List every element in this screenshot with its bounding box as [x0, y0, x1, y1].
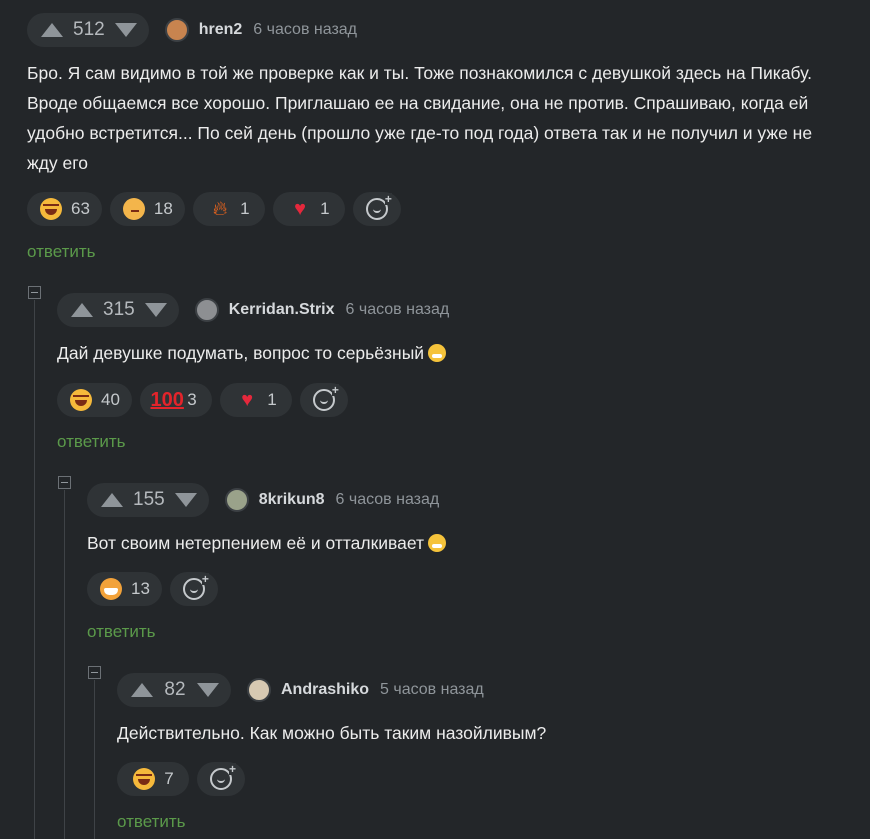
heart-icon: ♥	[241, 389, 254, 411]
laughing-face-icon	[39, 197, 63, 221]
laughing-face-icon	[69, 388, 93, 412]
collapse-thread-button[interactable]	[58, 476, 71, 489]
add-reaction-button[interactable]: +	[197, 762, 245, 796]
reaction-button[interactable]: 7	[117, 762, 189, 796]
username[interactable]: hren2	[199, 21, 243, 39]
reaction-button[interactable]: 100 3	[139, 383, 212, 417]
upvote-icon[interactable]	[71, 303, 93, 317]
timestamp[interactable]: 5 часов назад	[380, 681, 484, 699]
comment-text: Дай девушке подумать, вопрос то серьёзны…	[57, 338, 817, 368]
vote-widget: 512	[27, 13, 149, 47]
upvote-icon[interactable]	[101, 493, 123, 507]
score: 512	[73, 19, 105, 40]
vote-widget: 82	[117, 673, 231, 707]
downvote-icon[interactable]	[174, 493, 197, 507]
comment-text-content: Дай девушке подумать, вопрос то серьёзны…	[57, 343, 425, 363]
comment-header: 82 Andrashiko 5 часов назад	[117, 672, 484, 708]
add-emoji-icon: +	[365, 193, 392, 221]
reply-link[interactable]: ответить	[87, 622, 156, 642]
reactions-bar: 7 +	[117, 762, 245, 796]
timestamp[interactable]: 6 часов назад	[346, 301, 450, 319]
reaction-count: 63	[71, 199, 90, 218]
add-reaction-button[interactable]: +	[352, 192, 401, 226]
grinning-face-icon	[428, 344, 447, 362]
collapse-thread-button[interactable]	[88, 666, 101, 679]
thread-line	[64, 490, 65, 839]
reactions-bar: 13 +	[87, 572, 218, 606]
reaction-button[interactable]: ♥ 1	[272, 192, 345, 226]
vote-widget: 155	[87, 483, 209, 517]
downvote-icon[interactable]	[114, 23, 137, 37]
username[interactable]: Andrashiko	[281, 681, 369, 699]
grinning-face-icon	[428, 534, 447, 552]
reply-link[interactable]: ответить	[117, 812, 186, 832]
add-emoji-icon: +	[209, 763, 236, 791]
reaction-button[interactable]: 40	[57, 383, 132, 417]
reactions-bar: 63 18 🔥︎ 1 ♥ 1 +	[27, 192, 401, 226]
reaction-button[interactable]: 18	[109, 192, 185, 226]
reply-link[interactable]: ответить	[57, 432, 126, 452]
avatar[interactable]	[164, 18, 189, 42]
comment-header: 315 Kerridan.Strix 6 часов назад	[57, 292, 449, 328]
comment-text: Вот своим нетерпением её и отталкивает	[87, 528, 817, 558]
add-reaction-button[interactable]: +	[299, 383, 348, 417]
username[interactable]: Kerridan.Strix	[229, 301, 335, 319]
add-reaction-button[interactable]: +	[169, 572, 218, 606]
avatar[interactable]	[224, 488, 249, 512]
hundred-icon: 100	[150, 389, 184, 411]
avatar[interactable]	[194, 298, 219, 322]
score: 82	[164, 679, 186, 700]
comment-text: Бро. Я сам видимо в той же проверке как …	[27, 63, 813, 173]
downvote-icon[interactable]	[197, 683, 219, 697]
reaction-count: 18	[153, 199, 173, 218]
reaction-count: 7	[164, 769, 174, 788]
comment-text-content: Вот своим нетерпением её и отталкивает	[87, 533, 425, 553]
reply-link[interactable]: ответить	[27, 242, 96, 262]
thread-line	[34, 300, 35, 839]
heart-icon: ♥	[294, 198, 307, 220]
reaction-button[interactable]: 🔥︎ 1	[192, 192, 265, 226]
comment-header: 512 hren2 6 часов назад	[27, 12, 357, 48]
comment-text: Действительно. Как можно быть таким назо…	[117, 723, 547, 743]
reactions-bar: 40 100 3 ♥ 1 +	[57, 383, 348, 417]
timestamp[interactable]: 6 часов назад	[253, 21, 357, 39]
collapse-thread-button[interactable]	[28, 286, 41, 299]
grinning-face-icon	[99, 577, 123, 601]
downvote-icon[interactable]	[144, 303, 167, 317]
score: 315	[103, 299, 135, 320]
upvote-icon[interactable]	[41, 23, 63, 37]
vote-widget: 315	[57, 293, 179, 327]
upvote-icon[interactable]	[131, 683, 153, 697]
username[interactable]: 8krikun8	[259, 491, 325, 509]
reaction-count: 13	[131, 579, 150, 598]
comment-header: 155 8krikun8 6 часов назад	[87, 482, 439, 518]
reaction-count: 1	[267, 390, 277, 409]
reaction-count: 1	[240, 199, 250, 218]
avatar[interactable]	[247, 678, 271, 702]
reaction-button[interactable]: 13	[87, 572, 162, 606]
score: 155	[133, 489, 165, 510]
add-emoji-icon: +	[182, 573, 209, 601]
thinking-face-icon	[122, 197, 146, 221]
reaction-count: 3	[187, 390, 197, 409]
reaction-button[interactable]: ♥ 1	[219, 383, 292, 417]
reaction-count: 1	[320, 199, 330, 218]
fire-icon: 🔥︎	[212, 198, 228, 220]
reaction-button[interactable]: 63	[27, 192, 102, 226]
timestamp[interactable]: 6 часов назад	[336, 491, 440, 509]
reaction-count: 40	[101, 390, 120, 409]
add-emoji-icon: +	[312, 384, 339, 412]
laughing-face-icon	[132, 767, 156, 791]
thread-line	[94, 680, 95, 839]
